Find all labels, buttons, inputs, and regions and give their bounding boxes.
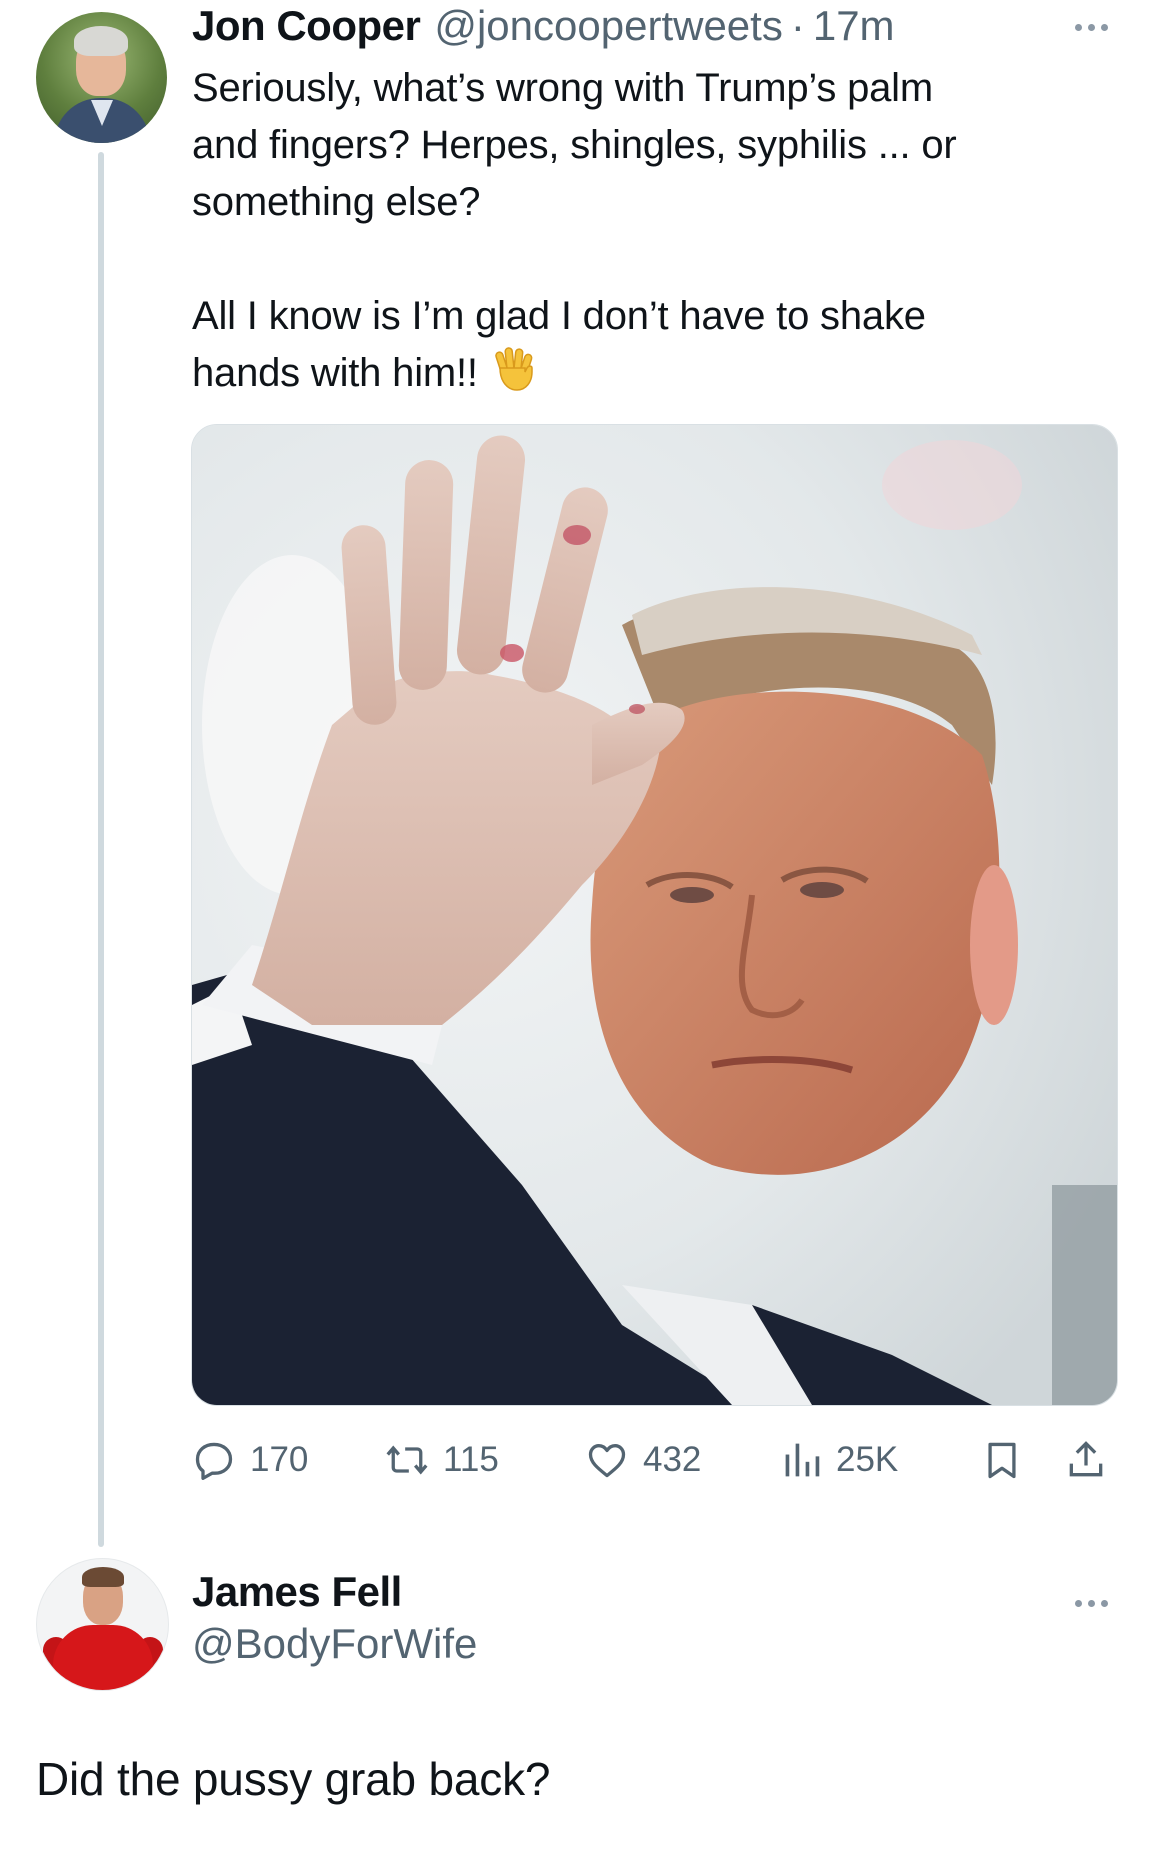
author-handle[interactable]: @joncoopertweets [434, 2, 783, 50]
avatar-shirt [53, 1625, 153, 1690]
retweet-icon [386, 1445, 428, 1475]
more-icon[interactable] [1075, 24, 1108, 31]
reply-button[interactable]: 170 [192, 1430, 308, 1490]
reply-icon [195, 1442, 233, 1480]
repost-count: 115 [443, 1440, 499, 1479]
author-avatar[interactable] [36, 12, 167, 143]
more-dot [1088, 1600, 1095, 1607]
bookmark-button[interactable] [980, 1430, 1024, 1490]
tweet-text-line: and fingers? Herpes, shingles, syphilis … [192, 123, 957, 167]
views-button[interactable]: 25K [782, 1430, 898, 1490]
avatar-hair [82, 1567, 124, 1587]
more-dot [1075, 24, 1082, 31]
tweet-text-segment: hands with him!! [192, 351, 478, 395]
tweet-timestamp[interactable]: 17m [813, 2, 895, 50]
tweet-text-line-with-emoji: hands with him!! [192, 345, 1092, 408]
header-separator: · [790, 2, 805, 49]
reply-author-handle[interactable]: @BodyForWife [192, 1620, 477, 1668]
thread-line [98, 152, 104, 1547]
reply-count: 170 [250, 1440, 309, 1479]
tweet-text-line: Seriously, what’s wrong with Trump’s pal… [192, 66, 933, 110]
more-dot [1101, 24, 1108, 31]
like-button[interactable]: 432 [585, 1430, 701, 1490]
bookmark-icon [988, 1442, 1016, 1479]
tweet-text-line: something else? [192, 180, 481, 224]
more-dot [1075, 1600, 1082, 1607]
tweet-header: Jon Cooper @joncoopertweets · 17m [192, 2, 895, 58]
tweet-text: Seriously, what’s wrong with Trump’s pal… [192, 60, 1092, 408]
views-icon [785, 1443, 820, 1477]
raised-hand-emoji-icon [492, 346, 538, 408]
repost-button[interactable]: 115 [385, 1430, 499, 1490]
share-button[interactable] [1064, 1430, 1108, 1490]
avatar-hair [74, 26, 128, 56]
photo-illustration [192, 425, 1117, 1405]
tweet-action-bar: 170 115 432 25K [192, 1430, 1117, 1490]
heart-icon [588, 1444, 626, 1478]
tweet-text-line: All I know is I’m glad I don’t have to s… [192, 294, 926, 338]
more-icon[interactable] [1075, 1600, 1108, 1607]
more-dot [1101, 1600, 1108, 1607]
reply-text: Did the pussy grab back? [36, 1753, 551, 1805]
share-icon [1069, 1441, 1103, 1477]
reply-author-name[interactable]: James Fell [192, 1568, 402, 1616]
more-dot [1088, 24, 1095, 31]
tweet-media-photo[interactable] [191, 424, 1118, 1406]
views-count: 25K [836, 1440, 899, 1479]
reply-author-avatar[interactable] [36, 1558, 169, 1691]
like-count: 432 [643, 1440, 702, 1479]
author-name[interactable]: Jon Cooper [192, 2, 421, 50]
